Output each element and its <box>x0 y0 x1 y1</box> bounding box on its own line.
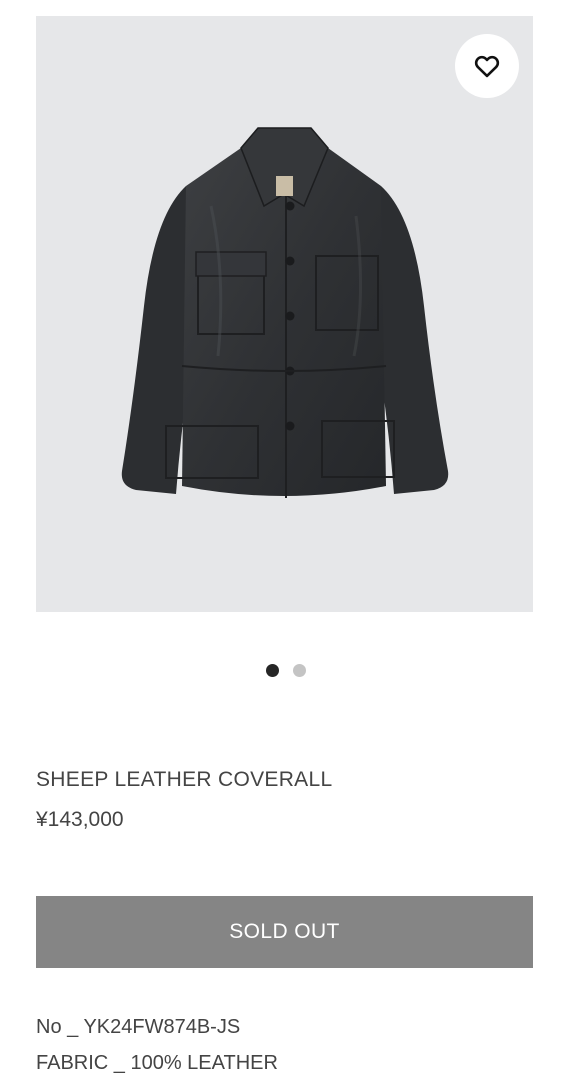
jacket-illustration <box>121 127 449 498</box>
product-name: SHEEP LEATHER COVERALL <box>36 768 333 791</box>
product-fabric: FABRIC _ 100% LEATHER <box>36 1052 278 1074</box>
product-image[interactable] <box>36 16 533 612</box>
sold-out-button[interactable]: SOLD OUT <box>36 896 533 968</box>
carousel-dots <box>0 664 571 677</box>
product-price: ¥143,000 <box>36 808 124 831</box>
wishlist-button[interactable] <box>455 34 519 98</box>
carousel-dot-2[interactable] <box>292 664 306 677</box>
carousel-dot-1[interactable] <box>265 664 279 677</box>
product-number: No _ YK24FW874B-JS <box>36 1016 241 1038</box>
heart-icon <box>474 55 500 78</box>
